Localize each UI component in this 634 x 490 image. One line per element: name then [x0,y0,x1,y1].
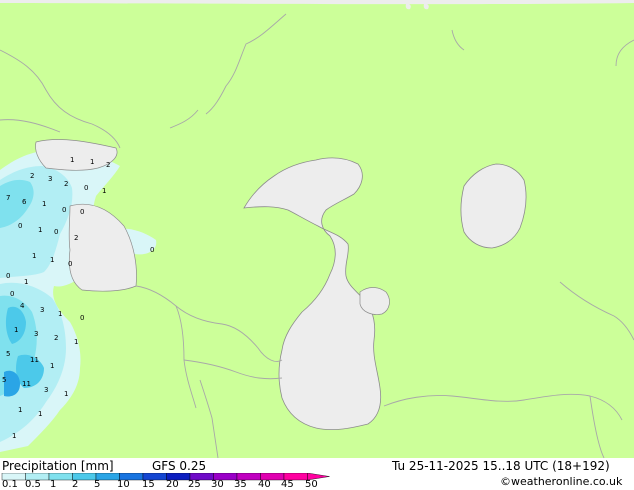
kara-bogaz-gol [359,287,390,315]
precip-value: 0 [62,206,66,214]
precip-value: 1 [14,326,18,334]
precip-value: 0 [10,290,14,298]
scale-label: 15 [142,479,155,490]
product-title: Precipitation [mm] [2,459,114,473]
credit-text: ©weatheronline.co.uk [500,475,623,488]
precip-value: 1 [58,310,62,318]
scale-label: 30 [211,479,224,490]
precip-value: 7 [6,194,10,202]
scale-label: 0.5 [25,479,41,490]
scale-label: 5 [94,479,101,490]
model-name: GFS 0.25 [152,459,207,473]
precip-value: 1 [42,200,46,208]
precip-value: 2 [54,334,58,342]
precip-value: 0 [80,208,84,216]
precip-value: 1 [18,406,22,414]
scale-label: 50 [305,479,318,490]
valid-time: Tu 25-11-2025 15..18 UTC (18+192) [392,459,610,473]
footer: Precipitation [mm] GFS 0.25 Tu 25-11-202… [0,458,634,490]
precip-value: 2 [30,172,34,180]
precip-value: 0 [84,184,88,192]
scale-label: 10 [117,479,130,490]
precip-value: 1 [70,156,74,164]
precip-value: 6 [22,198,27,206]
precip-value: 0 [68,260,72,268]
precip-value: 2 [106,161,110,169]
precip-value: 1 [64,390,68,398]
precip-value: 5 [2,376,6,384]
scale-label: 20 [166,479,179,490]
precip-value: 2 [64,180,68,188]
precipitation-map: 1 1 2 2 3 2 0 1 7 6 1 0 0 0 1 0 2 1 1 0 0 0 1 0 4 3 1 0 1 3 2 1 5 11 1 5 11 3… [0,0,634,459]
precip-value: 4 [20,302,25,310]
precip-value: 0 [80,314,84,322]
precip-value: 1 [74,338,78,346]
precip-value: 0 [54,228,58,236]
precip-value: 11 [30,356,39,364]
scale-label: 45 [281,479,294,490]
map-canvas: 1 1 22 32 0 17 6 10 00 1 021 1 000104 3 1 01 3 2 151115 113… [0,0,634,459]
precip-value: 5 [6,350,10,358]
precip-value: 3 [48,175,52,183]
precip-value: 11 [22,380,31,388]
precip-value: 1 [38,410,42,418]
scale-label: 0.1 [2,479,18,490]
precip-value: 1 [102,187,106,195]
scale-label: 2 [72,479,79,490]
precip-value: 3 [40,306,44,314]
precip-value: 2 [74,234,78,242]
precip-value: 1 [50,256,54,264]
precip-value: 3 [44,386,48,394]
scale-label: 25 [188,479,201,490]
precip-value: 1 [24,278,28,286]
precip-value: 1 [50,362,54,370]
precip-value: 0 [18,222,22,230]
precip-value: 1 [90,158,94,166]
precip-value: 1 [12,432,16,440]
precip-value: 3 [34,330,38,338]
scale-label: 35 [234,479,247,490]
scale-label: 1 [50,479,57,490]
precip-value: 0 [6,272,10,280]
precip-value: 1 [32,252,36,260]
precip-value: 0 [150,246,154,254]
precip-value: 1 [38,226,42,234]
scale-label: 40 [258,479,271,490]
